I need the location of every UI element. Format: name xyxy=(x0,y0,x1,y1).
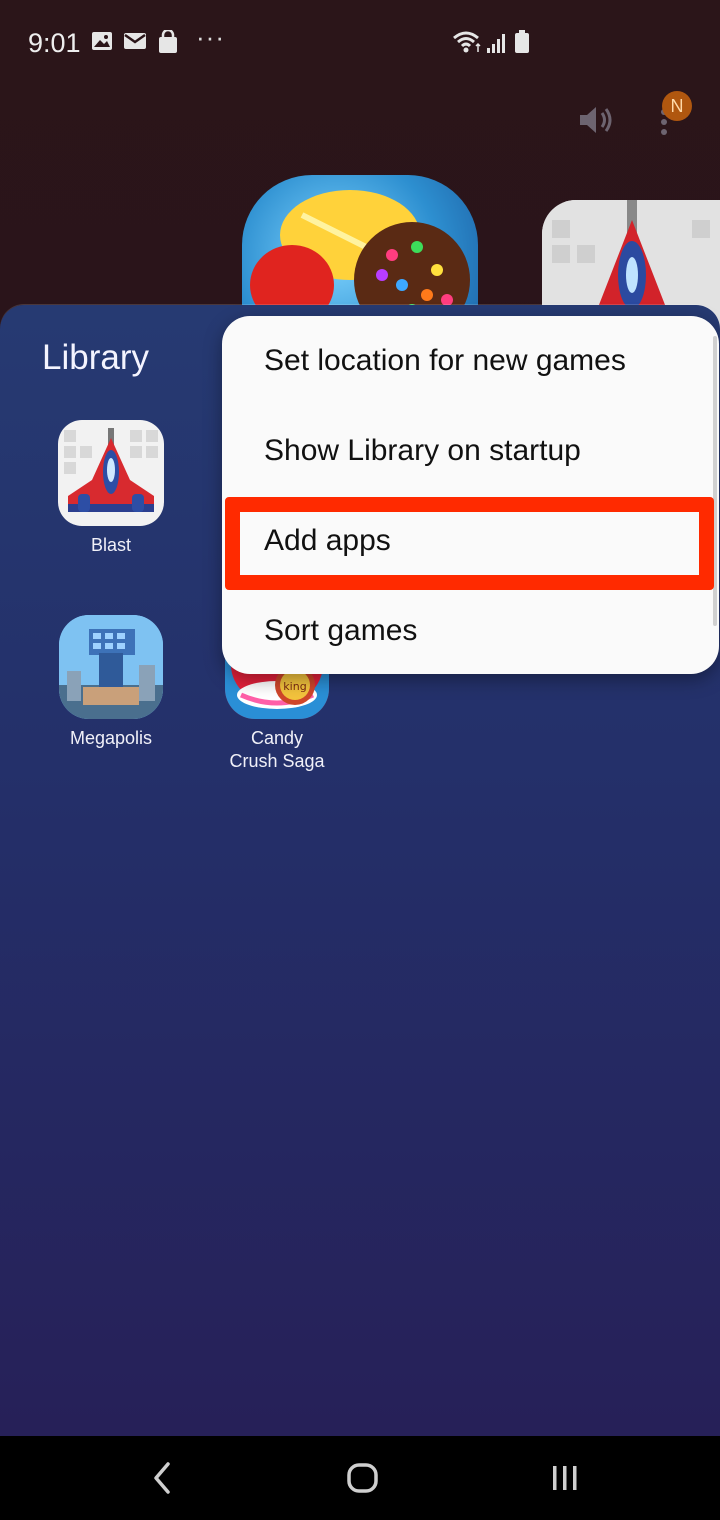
battery-icon xyxy=(514,30,530,59)
highlight-annotation xyxy=(225,497,714,590)
app-label-candy-crush-saga: Candy Crush Saga xyxy=(229,728,325,771)
signal-icon xyxy=(486,32,508,59)
megapolis-app-icon[interactable] xyxy=(59,615,163,719)
app-blast[interactable]: Blast xyxy=(36,420,186,557)
navigation-bar xyxy=(0,1436,720,1520)
gallery-icon xyxy=(91,30,113,57)
app-label-megapolis: Megapolis xyxy=(69,728,153,748)
volume-icon[interactable] xyxy=(576,100,616,145)
status-time: 9:01 xyxy=(28,28,81,58)
blast-app-icon[interactable] xyxy=(58,420,164,526)
app-megapolis[interactable]: Megapolis xyxy=(36,615,186,750)
home-icon[interactable] xyxy=(346,1460,380,1501)
shopping-bag-icon xyxy=(158,28,178,59)
email-icon xyxy=(123,30,147,57)
recents-icon[interactable] xyxy=(549,1460,583,1501)
library-options-menu: Set location for new games Show Library … xyxy=(222,316,719,674)
status-bar: 9:01 ··· xyxy=(0,0,720,90)
more-notifications-icon: ··· xyxy=(196,22,225,52)
back-icon[interactable] xyxy=(148,1460,178,1501)
menu-item-show-library-on-startup[interactable]: Show Library on startup xyxy=(222,406,719,496)
wifi-icon xyxy=(452,30,484,59)
library-title: Library xyxy=(42,338,149,377)
notification-badge: N xyxy=(662,91,692,121)
menu-item-sort-games[interactable]: Sort games xyxy=(222,586,719,676)
app-label-blast: Blast xyxy=(90,535,132,555)
menu-item-set-location[interactable]: Set location for new games xyxy=(222,316,719,406)
svg-text:king: king xyxy=(283,680,306,693)
